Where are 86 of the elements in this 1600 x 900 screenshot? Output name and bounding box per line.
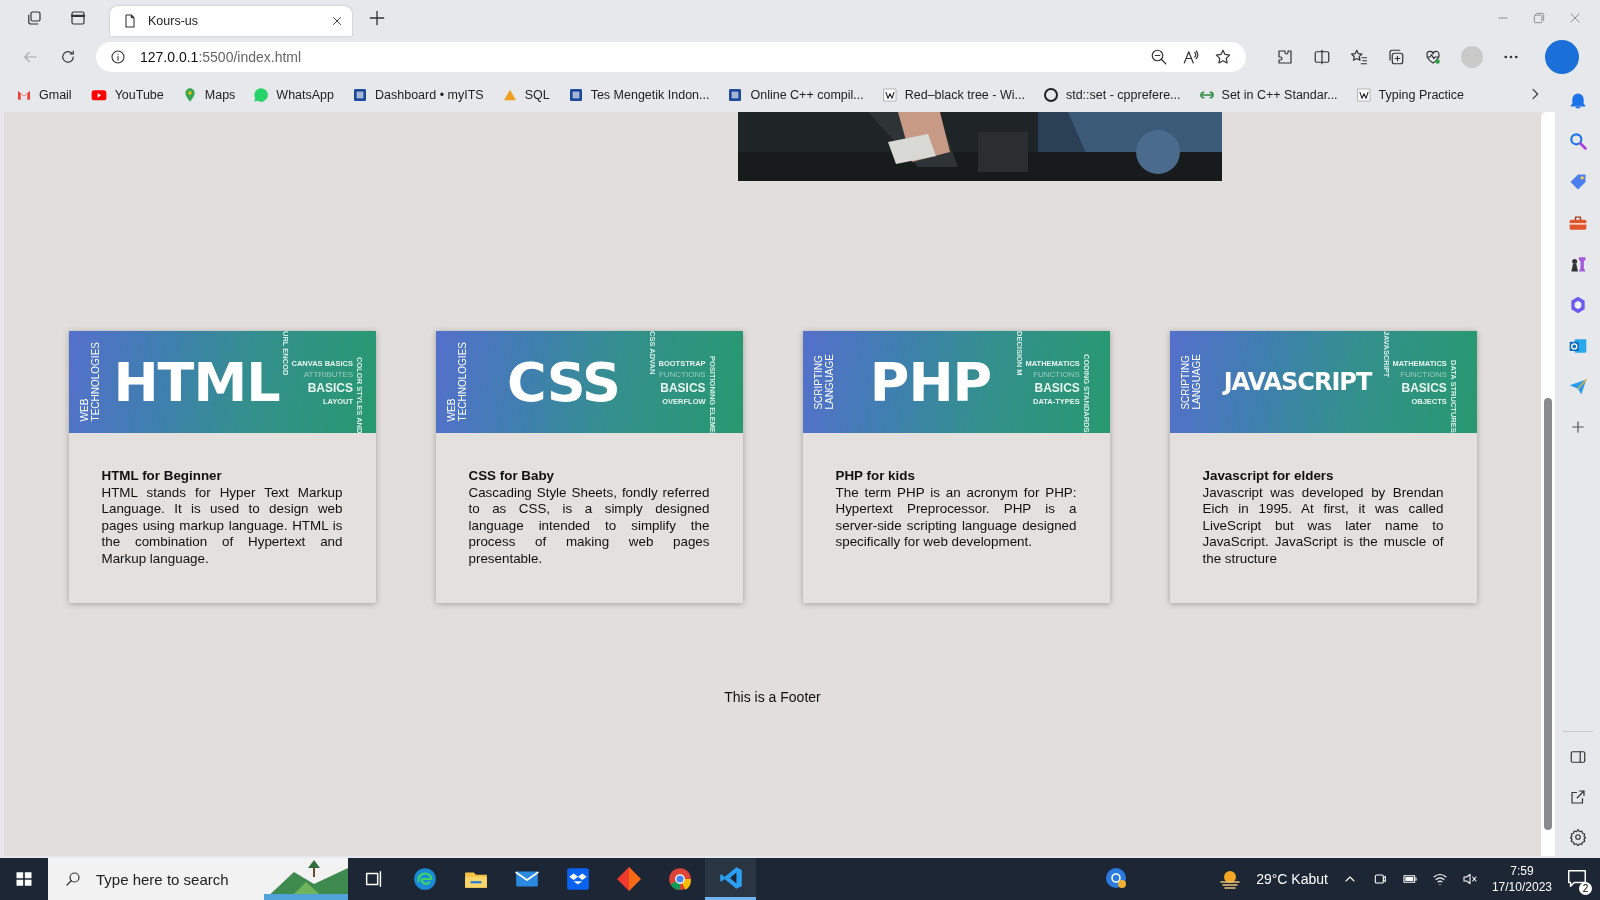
banner-label: SCRIPTING: [1179, 354, 1191, 410]
bookmark[interactable]: Gmail: [16, 87, 72, 103]
banner-word: FUNCTIONS: [658, 369, 706, 379]
bookmark[interactable]: Typing Practice: [1355, 87, 1465, 103]
card-description: Javascript was developed by Brendan Eich in 1995. At first, it was called LiveScript but was later name to JavaScript. JavaScript is the muscle of the structure: [1202, 484, 1444, 567]
muted-speaker-icon[interactable]: [1461, 871, 1478, 887]
outlook-icon[interactable]: [1567, 336, 1588, 356]
edge-icon[interactable]: [411, 866, 438, 892]
bookmark[interactable]: YouTube: [89, 87, 164, 103]
taskbar-search[interactable]: Type here to search: [48, 858, 348, 900]
read-aloud-icon[interactable]: [1182, 48, 1200, 66]
bookmark[interactable]: Maps: [181, 87, 236, 103]
zoom-out-icon[interactable]: [1150, 48, 1168, 66]
banner-title: CSS: [506, 350, 621, 414]
collections-icon[interactable]: [1387, 48, 1405, 66]
wifi-icon[interactable]: [1431, 871, 1448, 887]
address-bar[interactable]: 127.0.0.1:5500/index.html: [96, 42, 1246, 72]
help-icon[interactable]: [1104, 865, 1129, 890]
banner-title: HTML: [112, 350, 281, 414]
clock[interactable]: 7:59 17/10/2023: [1491, 863, 1552, 895]
bookmark[interactable]: Set in C++ Standar...: [1198, 87, 1338, 103]
split-screen-icon[interactable]: [1313, 48, 1331, 66]
bookmark[interactable]: Dashboard • myITS: [352, 87, 484, 103]
site-icon[interactable]: [1042, 87, 1059, 103]
banner-label: SCRIPTING: [812, 354, 824, 410]
card-description: Cascading Style Sheets, fondly referred to as CSS, is a simply designed language intended to simplify the process of making web pages presentable.: [468, 484, 710, 567]
bookmark[interactable]: Tes Mengetik Indon...: [567, 87, 710, 103]
puzzle-icon[interactable]: [1276, 48, 1294, 66]
site-icon[interactable]: [1355, 87, 1372, 103]
banner-word: BASICS: [1034, 380, 1080, 395]
card-title: Javascript for elders: [1202, 468, 1335, 485]
close-icon[interactable]: [330, 14, 344, 28]
footer-text: This is a Footer: [724, 689, 821, 705]
banner-title: JAVASCRIPT: [1221, 368, 1373, 396]
bookmark[interactable]: SQL: [501, 87, 550, 103]
tab-actions-icon[interactable]: [69, 9, 87, 27]
scrollbar[interactable]: [1541, 112, 1555, 856]
heart-pulse-icon[interactable]: [1424, 48, 1442, 66]
banner-title: PHP: [868, 350, 993, 414]
banner-word: FUNCTIONS: [1400, 369, 1447, 379]
search-icon[interactable]: [64, 870, 82, 888]
notification-count: 2: [1579, 881, 1592, 895]
play-icon[interactable]: [89, 87, 108, 103]
workspaces-icon[interactable]: [25, 9, 43, 27]
chrome-icon[interactable]: [666, 866, 693, 892]
search-icon[interactable]: [1567, 131, 1588, 151]
bookmark[interactable]: WhatsApp: [253, 87, 335, 103]
weather-text[interactable]: 29°C Kabut: [1256, 871, 1328, 887]
new-tab-icon[interactable]: [367, 8, 387, 28]
bookmark[interactable]: Online C++ compil...: [727, 87, 864, 103]
settings-icon[interactable]: [1568, 828, 1587, 846]
banner-word: ATTRIBUTES: [303, 369, 354, 379]
banner-word: FUNCTIONS: [1033, 369, 1080, 379]
external-link-icon[interactable]: [1568, 788, 1587, 806]
banner-label: WEB: [445, 397, 457, 422]
card-title: PHP for kids: [835, 468, 916, 485]
banner-label: WEB: [78, 397, 90, 422]
diamond-icon[interactable]: [615, 866, 642, 892]
site-icon[interactable]: [881, 87, 898, 103]
banner-label: TECHNOLOGIES: [89, 342, 101, 422]
banner-word: BASICS: [660, 380, 706, 395]
bookmark[interactable]: std::set - cpprefere...: [1042, 87, 1181, 103]
site-icon[interactable]: [352, 87, 369, 103]
refresh-icon[interactable]: [59, 48, 77, 66]
card-title: CSS for Baby: [468, 468, 556, 485]
site-icon[interactable]: [567, 87, 584, 103]
banner-label: TECHNOLOGIES: [456, 342, 468, 422]
box-icon[interactable]: [564, 866, 591, 892]
banner-label: LANGUAGE: [823, 354, 835, 410]
browser-tab[interactable]: Kours-us: [110, 6, 352, 36]
bookmark[interactable]: Red–black tree - Wi...: [881, 87, 1025, 103]
windows-icon[interactable]: [14, 869, 34, 889]
banner-word: BASICS: [1401, 380, 1447, 395]
sidebar-panel-icon[interactable]: [1568, 748, 1587, 766]
info-icon[interactable]: [110, 49, 126, 65]
banner-label: LANGUAGE: [1190, 354, 1202, 410]
card-title: HTML for Beginner: [101, 468, 223, 485]
star-icon[interactable]: [1214, 48, 1232, 66]
card-description: HTML stands for Hyper Text Markup Language. It is used to design web pages using markup language. HTML is the combination of Hypertext and Markup language.: [101, 484, 343, 567]
site-icon[interactable]: [727, 87, 744, 103]
card-description: The term PHP is an acronym for PHP: Hypertext Preprocessor. PHP is a server-side scripting language designed specifically for web development.: [835, 484, 1077, 551]
page-icon[interactable]: [122, 13, 138, 29]
banner-word: BASICS: [307, 380, 354, 395]
favorites-icon[interactable]: [1350, 48, 1368, 66]
code-editor-icon[interactable]: [717, 864, 744, 891]
copilot-button[interactable]: [1545, 40, 1579, 74]
